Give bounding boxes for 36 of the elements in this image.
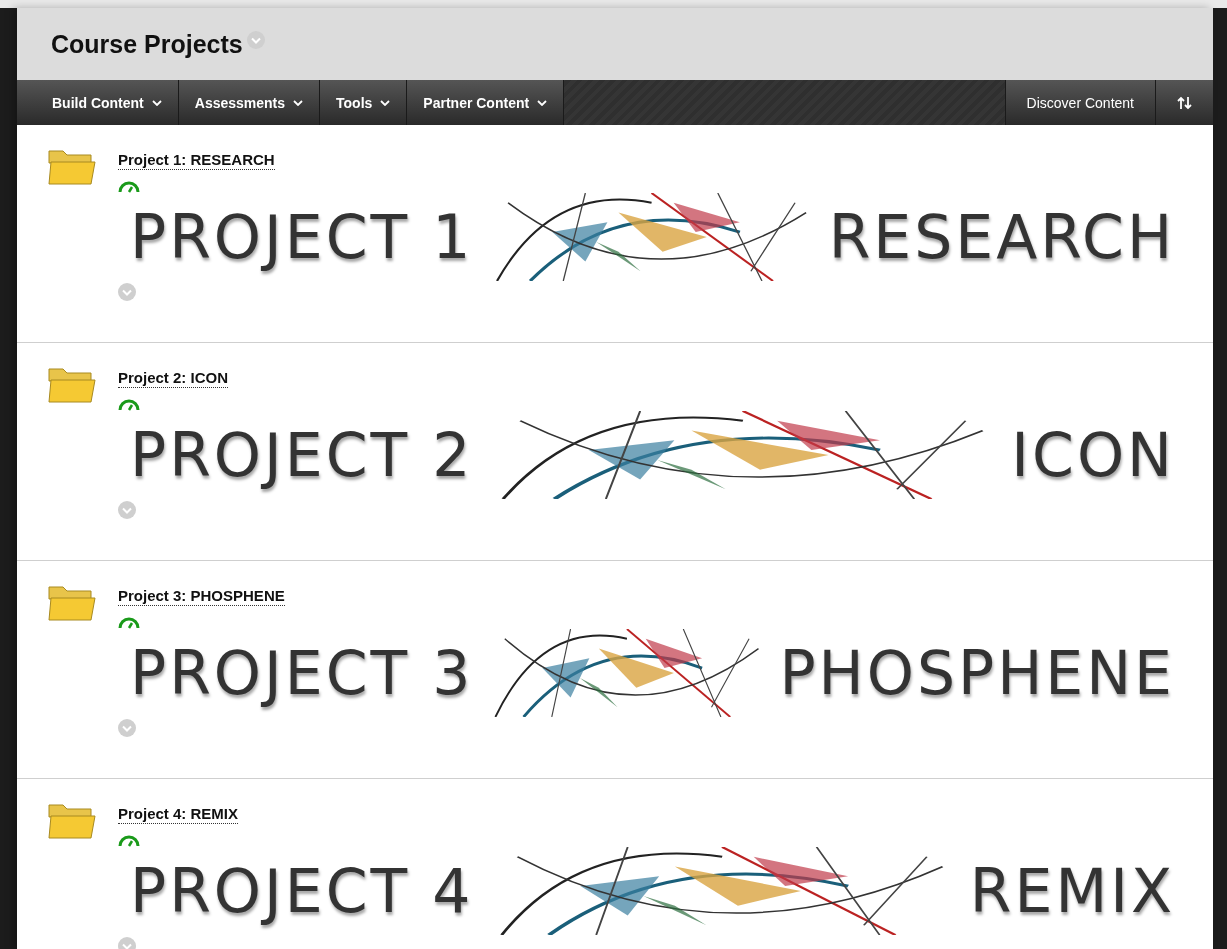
- chevron-down-icon: [380, 99, 391, 106]
- banner-text: ICON: [1011, 420, 1175, 490]
- folder-icon: [48, 149, 96, 185]
- chevron-down-icon: [151, 99, 162, 106]
- item-title-link[interactable]: Project 1: RESEARCH: [118, 151, 275, 170]
- sort-button[interactable]: [1156, 80, 1213, 125]
- page-title: Course Projects: [51, 29, 243, 59]
- item-title-link[interactable]: Project 3: PHOSPHENE: [118, 587, 285, 606]
- discover-content-button[interactable]: Discover Content: [1004, 80, 1156, 125]
- folder-icon: [48, 585, 96, 621]
- banner-text: REMIX: [969, 856, 1175, 926]
- gauge-icon: [118, 399, 140, 411]
- banner-text: PROJECT 2: [130, 420, 474, 490]
- banner-text: PROJECT 4: [130, 856, 474, 926]
- item-title-link[interactable]: Project 4: REMIX: [118, 805, 239, 824]
- chevron-down-icon[interactable]: [118, 283, 136, 301]
- banner-text: PROJECT 3: [130, 638, 474, 708]
- chevron-down-icon[interactable]: [118, 501, 136, 519]
- sort-arrows-icon: [1176, 95, 1193, 110]
- toolbar-menu-button[interactable]: Partner Content: [407, 80, 565, 125]
- gauge-icon: [118, 181, 140, 193]
- toolbar-menu-button[interactable]: Build Content: [17, 80, 179, 125]
- gauge-icon: [118, 835, 140, 847]
- banner-text: RESEARCH: [828, 202, 1175, 272]
- toolbar-menu-button[interactable]: Assessments: [178, 80, 321, 125]
- chevron-down-icon: [537, 99, 548, 106]
- item-title-link[interactable]: Project 2: ICON: [118, 369, 229, 388]
- banner-text: PHOSPHENE: [779, 638, 1175, 708]
- folder-icon: [48, 803, 96, 839]
- banner-text: PROJECT 1: [130, 202, 474, 272]
- gauge-icon: [118, 617, 140, 629]
- chevron-down-icon: [293, 99, 304, 106]
- toolbar-menu-button[interactable]: Tools: [320, 80, 408, 125]
- chevron-down-icon[interactable]: [118, 719, 136, 737]
- chevron-down-icon[interactable]: [246, 31, 265, 49]
- folder-icon: [48, 367, 96, 403]
